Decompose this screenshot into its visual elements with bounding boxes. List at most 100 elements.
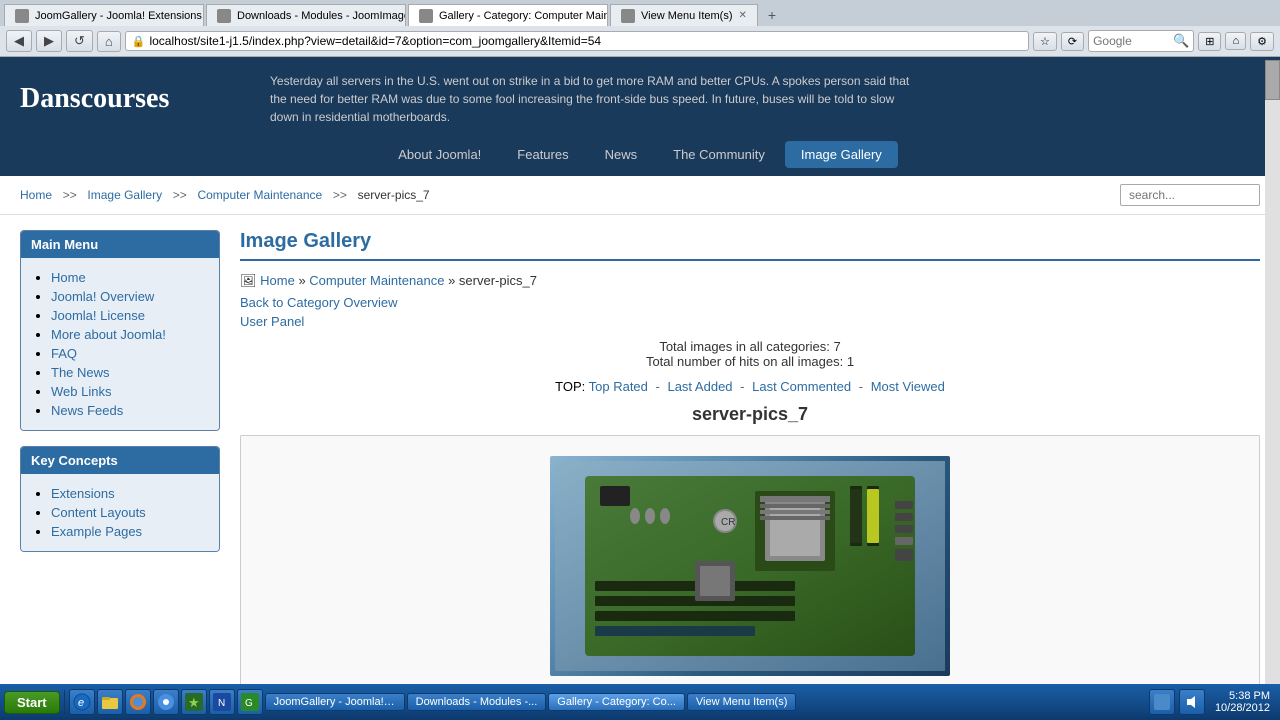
home-nav-button[interactable]: ⌂ xyxy=(1225,32,1246,50)
trail-home[interactable]: Home xyxy=(260,273,295,288)
gallery-breadcrumb-trail: 🖼 Home » Computer Maintenance » server-p… xyxy=(240,273,1260,289)
total-images-stat: Total images in all categories: 7 xyxy=(240,339,1260,354)
trail-category[interactable]: Computer Maintenance xyxy=(309,273,444,288)
gallery-breadcrumb-icon: 🖼 xyxy=(240,273,257,288)
taskbar-system-icon[interactable] xyxy=(1149,689,1175,715)
sidebar-item-extensions[interactable]: Extensions xyxy=(51,486,115,501)
breadcrumb-current: server-pics_7 xyxy=(358,188,430,202)
tab-icon-1 xyxy=(15,9,29,23)
top-sep-1: - xyxy=(656,379,664,394)
sidebar-item-example-pages[interactable]: Example Pages xyxy=(51,524,142,539)
gallery-image[interactable]: CR xyxy=(550,456,950,676)
tab-icon-3 xyxy=(419,9,433,23)
taskbar-icon-ie[interactable]: e xyxy=(69,689,95,715)
main-layout: Main Menu Home Joomla! Overview Joomla! … xyxy=(0,215,1280,712)
taskbar-icon-chrome[interactable] xyxy=(153,689,179,715)
taskbar-right-area: 5:38 PM 10/28/2012 xyxy=(1149,689,1276,715)
sidebar-item-more-joomla[interactable]: More about Joomla! xyxy=(51,327,166,342)
extensions-button[interactable]: ⊞ xyxy=(1198,32,1221,51)
nav-image-gallery[interactable]: Image Gallery xyxy=(785,141,898,168)
key-concepts-title: Key Concepts xyxy=(21,447,219,474)
breadcrumb-image-gallery[interactable]: Image Gallery xyxy=(87,188,162,202)
breadcrumb-bar: Home >> Image Gallery >> Computer Mainte… xyxy=(0,176,1280,215)
nav-about-joomla[interactable]: About Joomla! xyxy=(382,141,497,168)
back-to-category-link[interactable]: Back to Category Overview xyxy=(240,295,1260,310)
sidebar-item-home[interactable]: Home xyxy=(51,270,86,285)
search-input[interactable] xyxy=(1120,184,1260,206)
scrollbar[interactable] xyxy=(1265,60,1280,684)
sidebar-item-joomla-overview[interactable]: Joomla! Overview xyxy=(51,289,154,304)
breadcrumb-home[interactable]: Home xyxy=(20,188,52,202)
sidebar-item-faq[interactable]: FAQ xyxy=(51,346,77,361)
nav-icons: ☆ ⟳ xyxy=(1033,32,1084,51)
svg-text:N: N xyxy=(218,698,225,709)
refresh-icon-btn[interactable]: ⟳ xyxy=(1061,32,1084,51)
browser-tabs: JoomGallery - Joomla! Extensions Directo… xyxy=(0,0,1280,26)
key-concepts-section: Key Concepts Extensions Content Layouts … xyxy=(20,446,220,552)
nav-features[interactable]: Features xyxy=(501,141,584,168)
motherboard-svg: CR xyxy=(555,461,945,671)
breadcrumb-sep-3: >> xyxy=(330,188,351,202)
home-button[interactable]: ⌂ xyxy=(97,31,121,52)
tab-downloads[interactable]: Downloads - Modules - JoomImages ✕ xyxy=(206,4,406,26)
taskbar-downloads-item[interactable]: Downloads - Modules -... xyxy=(407,693,547,711)
google-search-box[interactable]: 🔍 xyxy=(1088,30,1194,52)
taskbar-joomgallery-item[interactable]: JoomGallery - Joomla! ... xyxy=(265,693,405,711)
top-sep-2: - xyxy=(740,379,748,394)
settings-button[interactable]: ⚙ xyxy=(1250,32,1274,51)
site-tagline: Yesterday all servers in the U.S. went o… xyxy=(270,72,920,126)
address-bar[interactable]: 🔒 xyxy=(125,31,1029,51)
tab-viewmenu[interactable]: View Menu Item(s) ✕ xyxy=(610,4,758,26)
sidebar-item-news[interactable]: The News xyxy=(51,365,110,380)
breadcrumb-sep-1: >> xyxy=(59,188,80,202)
taskbar-separator-1 xyxy=(64,690,65,714)
sidebar-item-content-layouts[interactable]: Content Layouts xyxy=(51,505,146,520)
user-panel-link[interactable]: User Panel xyxy=(240,314,1260,329)
google-search-icon[interactable]: 🔍 xyxy=(1173,33,1189,49)
google-search-input[interactable] xyxy=(1093,34,1173,48)
sidebar-item-web-links[interactable]: Web Links xyxy=(51,384,111,399)
scrollbar-thumb[interactable] xyxy=(1265,60,1280,100)
sidebar-item-joomla-license[interactable]: Joomla! License xyxy=(51,308,145,323)
taskbar-icon-star[interactable]: ★ xyxy=(181,689,207,715)
bookmark-button[interactable]: ☆ xyxy=(1033,32,1057,51)
tab-label-1: JoomGallery - Joomla! Extensions Directo… xyxy=(35,10,204,22)
tab-gallery[interactable]: Gallery - Category: Computer Maintenan..… xyxy=(408,4,608,26)
site-navigation: About Joomla! Features News The Communit… xyxy=(0,141,1280,176)
taskbar-icon-green[interactable]: G xyxy=(237,689,263,715)
taskbar-time: 5:38 PM 10/28/2012 xyxy=(1209,690,1276,714)
stats-block: Total images in all categories: 7 Total … xyxy=(240,339,1260,369)
taskbar-volume-icon[interactable] xyxy=(1179,689,1205,715)
site-header: Danscourses Yesterday all servers in the… xyxy=(0,57,1280,141)
refresh-button[interactable]: ↺ xyxy=(66,30,93,52)
page-wrapper: Danscourses Yesterday all servers in the… xyxy=(0,57,1280,712)
trail-sep-1: » xyxy=(298,273,309,288)
address-input[interactable] xyxy=(149,34,1022,48)
tab-close-4[interactable]: ✕ xyxy=(739,10,747,21)
taskbar-icon-blue[interactable]: N xyxy=(209,689,235,715)
main-content: Image Gallery 🖼 Home » Computer Maintena… xyxy=(240,230,1260,697)
last-added-link[interactable]: Last Added xyxy=(667,379,732,394)
taskbar-gallery-item[interactable]: Gallery - Category: Co... xyxy=(548,693,685,711)
back-button[interactable]: ◀ xyxy=(6,30,32,52)
taskbar-icon-folder[interactable] xyxy=(97,689,123,715)
forward-button[interactable]: ▶ xyxy=(36,30,62,52)
total-hits-stat: Total number of hits on all images: 1 xyxy=(240,354,1260,369)
nav-community[interactable]: The Community xyxy=(657,141,781,168)
taskbar-icon-firefox[interactable] xyxy=(125,689,151,715)
nav-news[interactable]: News xyxy=(589,141,654,168)
tab-icon-4 xyxy=(621,9,635,23)
new-tab-button[interactable]: + xyxy=(760,4,784,26)
taskbar-viewmenu-item[interactable]: View Menu Item(s) xyxy=(687,693,797,711)
main-menu-section: Main Menu Home Joomla! Overview Joomla! … xyxy=(20,230,220,431)
sidebar: Main Menu Home Joomla! Overview Joomla! … xyxy=(20,230,220,697)
breadcrumb-sep-2: >> xyxy=(169,188,190,202)
key-concepts-content: Extensions Content Layouts Example Pages xyxy=(21,474,219,551)
last-commented-link[interactable]: Last Commented xyxy=(752,379,851,394)
most-viewed-link[interactable]: Most Viewed xyxy=(871,379,945,394)
top-rated-link[interactable]: Top Rated xyxy=(589,379,648,394)
breadcrumb-computer-maintenance[interactable]: Computer Maintenance xyxy=(197,188,322,202)
start-button[interactable]: Start xyxy=(4,691,60,714)
sidebar-item-news-feeds[interactable]: News Feeds xyxy=(51,403,123,418)
tab-joomgallery[interactable]: JoomGallery - Joomla! Extensions Directo… xyxy=(4,4,204,26)
